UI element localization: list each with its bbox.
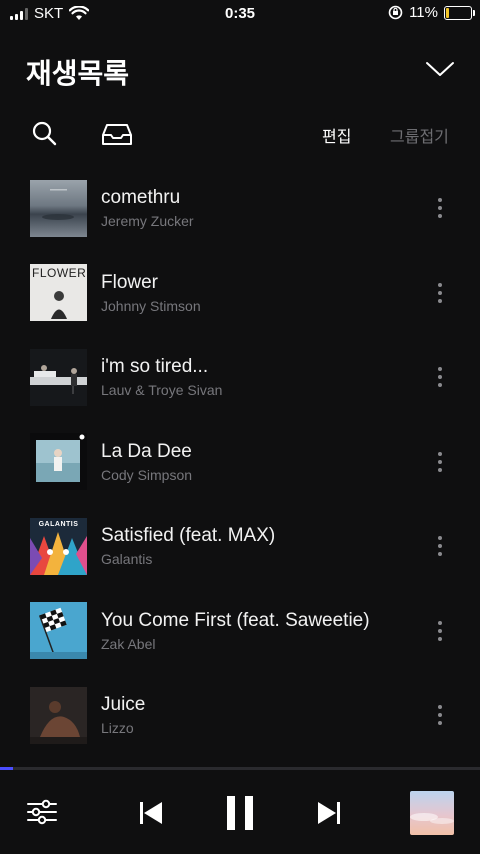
search-button[interactable] [30, 119, 60, 149]
sliders-icon [27, 799, 57, 825]
track-title: Juice [101, 694, 146, 716]
track-info: i'm so tired... Lauv & Troye Sivan [101, 355, 222, 399]
collapse-button[interactable] [422, 56, 458, 82]
track-artist: Johnny Stimson [101, 297, 201, 314]
track-title: i'm so tired... [101, 356, 209, 378]
inbox-icon [102, 124, 132, 145]
storage-button[interactable] [101, 119, 133, 149]
more-options-button[interactable] [434, 617, 446, 645]
skip-next-icon [318, 802, 340, 824]
track-title: Flower [101, 271, 159, 293]
track-row[interactable]: La Da Dee Cody Simpson [0, 420, 480, 505]
pause-icon [227, 796, 235, 830]
track-row[interactable]: GALANTIS Satisfied (feat. MAX) Galantis [0, 504, 480, 589]
search-icon [32, 121, 57, 146]
album-cover [30, 348, 87, 406]
page-title: 재생목록 [26, 58, 130, 89]
track-artist: Cody Simpson [101, 466, 193, 483]
track-row[interactable]: comethru Jeremy Zucker [0, 166, 480, 251]
more-options-button[interactable] [434, 363, 446, 391]
more-options-button[interactable] [434, 448, 446, 476]
album-cover: GALANTIS [30, 517, 87, 575]
album-cover [30, 179, 87, 237]
battery-icon [444, 5, 475, 20]
more-options-button[interactable] [434, 532, 446, 560]
track-info: Satisfied (feat. MAX) Galantis [101, 524, 275, 568]
album-cover-text: GALANTIS [38, 520, 79, 528]
collapse-groups-button[interactable]: 그룹접기 [390, 123, 449, 147]
now-playing-cover[interactable] [410, 791, 454, 835]
battery-level [446, 7, 449, 18]
track-row[interactable]: Juice Lizzo [0, 673, 480, 758]
track-artist: Jeremy Zucker [101, 213, 194, 230]
skip-previous-icon [140, 802, 162, 824]
album-cover [30, 602, 87, 660]
track-artist: Lizzo [101, 720, 134, 737]
next-button[interactable] [316, 800, 342, 826]
toolbar: 편집 그룹접기 [0, 114, 480, 154]
track-title: You Come First (feat. Saweetie) [101, 609, 370, 631]
orientation-lock-icon [388, 5, 403, 20]
track-artist: Lauv & Troye Sivan [101, 382, 223, 399]
track-info: La Da Dee Cody Simpson [101, 440, 192, 484]
chevron-down-icon [426, 62, 454, 76]
track-row[interactable]: i'm so tired... Lauv & Troye Sivan [0, 335, 480, 420]
track-artist: Galantis [101, 551, 153, 568]
track-title: Satisfied (feat. MAX) [101, 525, 276, 547]
track-info: You Come First (feat. Saweetie) Zak Abel [101, 609, 370, 653]
more-options-button[interactable] [434, 701, 446, 729]
track-title: La Da Dee [101, 440, 192, 462]
track-artist: Zak Abel [101, 635, 156, 652]
more-options-button[interactable] [434, 194, 446, 222]
status-right: 11% [388, 4, 475, 21]
track-title: comethru [101, 187, 181, 209]
track-row[interactable]: You Come First (feat. Saweetie) Zak Abel [0, 589, 480, 674]
previous-button[interactable] [138, 800, 164, 826]
edit-button[interactable]: 편집 [322, 123, 351, 147]
pause-button[interactable] [227, 796, 253, 830]
track-row[interactable]: FLOWER Flower Johnny Stimson [0, 251, 480, 336]
track-info: Juice Lizzo [101, 693, 145, 737]
equalizer-button[interactable] [26, 798, 58, 826]
status-bar: SKT 0:35 11% [0, 0, 480, 28]
album-cover: FLOWER [30, 264, 87, 322]
mini-player [0, 770, 480, 854]
track-list: comethru Jeremy Zucker FLOWER Flower Joh… [0, 166, 480, 758]
track-info: comethru Jeremy Zucker [101, 186, 194, 230]
battery-percent: 11% [409, 4, 438, 21]
album-cover [30, 433, 87, 491]
album-cover [30, 686, 87, 744]
more-options-button[interactable] [434, 279, 446, 307]
track-info: Flower Johnny Stimson [101, 271, 201, 315]
